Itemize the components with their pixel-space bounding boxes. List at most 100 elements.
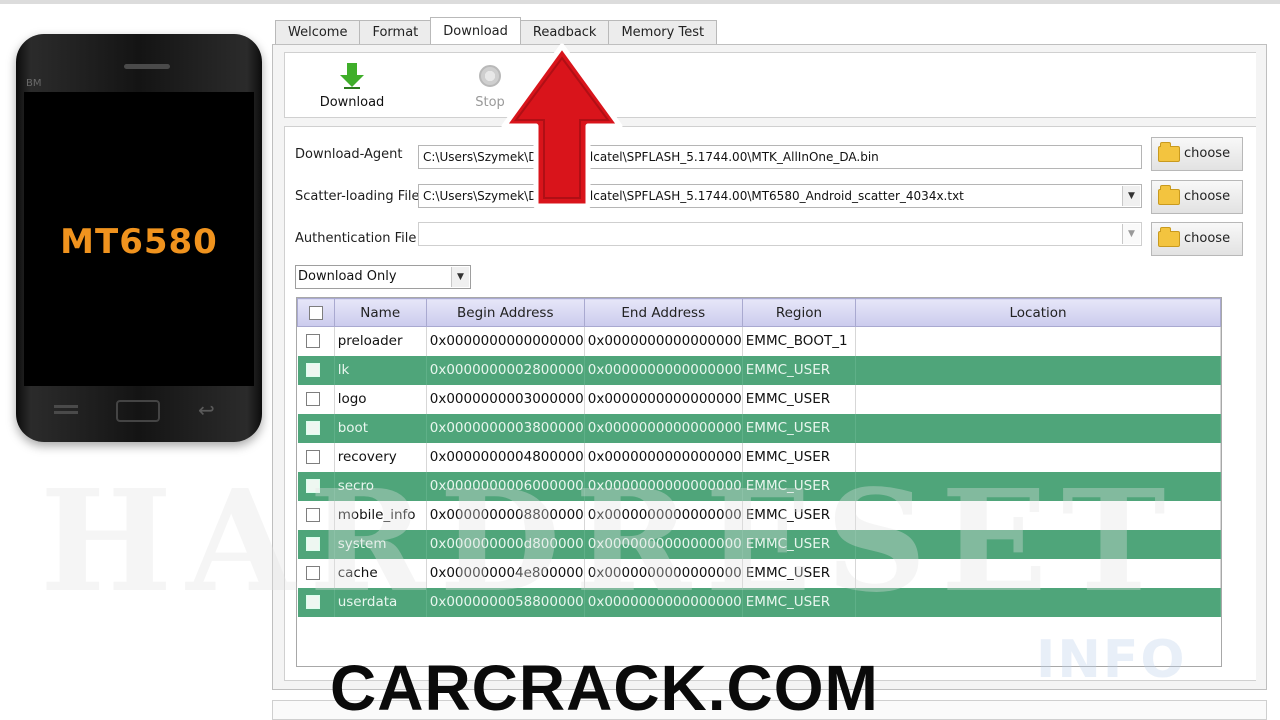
cell-location[interactable] bbox=[855, 413, 1221, 443]
main-tabs: Welcome Format Download Readback Memory … bbox=[275, 17, 718, 44]
table-row[interactable]: logo 0x0000000003000000 0x00000000000000… bbox=[297, 384, 1221, 414]
row-checkbox[interactable] bbox=[305, 392, 320, 406]
phone-speaker bbox=[124, 64, 170, 69]
tab-memory-test[interactable]: Memory Test bbox=[608, 20, 718, 44]
row-checkbox[interactable] bbox=[305, 479, 320, 493]
table-row[interactable]: mobile_info 0x0000000008800000 0x0000000… bbox=[297, 500, 1221, 530]
choose-agent-button[interactable]: choose bbox=[1151, 137, 1243, 171]
cell-region: EMMC_USER bbox=[742, 500, 857, 530]
cell-region: EMMC_USER bbox=[742, 529, 857, 559]
cell-end-address: 0x0000000000000000 bbox=[584, 471, 743, 501]
cell-name: secro bbox=[334, 471, 427, 501]
cell-name: mobile_info bbox=[334, 500, 427, 530]
choose-button-label: choose bbox=[1184, 189, 1231, 204]
row-checkbox[interactable] bbox=[305, 537, 320, 551]
table-row[interactable]: recovery 0x0000000004800000 0x0000000000… bbox=[297, 442, 1221, 472]
cell-end-address: 0x0000000000000000 bbox=[584, 587, 743, 617]
row-checkbox[interactable] bbox=[305, 334, 320, 349]
cell-name: lk bbox=[334, 355, 427, 385]
cell-location[interactable] bbox=[855, 587, 1221, 617]
cell-region: EMMC_USER bbox=[742, 558, 857, 588]
download-agent-label: Download-Agent bbox=[295, 147, 403, 162]
cell-region: EMMC_USER bbox=[742, 442, 857, 472]
table-row[interactable]: userdata 0x0000000058800000 0x0000000000… bbox=[297, 587, 1221, 617]
table-row[interactable]: cache 0x000000004e800000 0x0000000000000… bbox=[297, 558, 1221, 588]
cell-region: EMMC_USER bbox=[742, 587, 857, 617]
cell-begin-address: 0x0000000058800000 bbox=[426, 587, 585, 617]
cell-begin-address: 0x000000000d800000 bbox=[426, 529, 585, 559]
cell-name: cache bbox=[334, 558, 427, 588]
tab-readback[interactable]: Readback bbox=[519, 20, 610, 44]
phone-illustration: BM MT6580 ↩ bbox=[16, 34, 262, 442]
cell-region: EMMC_BOOT_1 bbox=[742, 326, 857, 356]
cell-region: EMMC_USER bbox=[742, 413, 857, 443]
phone-model-label: MT6580 bbox=[60, 222, 218, 262]
column-header-location: Location bbox=[855, 298, 1221, 327]
row-checkbox[interactable] bbox=[305, 508, 320, 522]
folder-icon bbox=[1158, 185, 1180, 205]
row-checkbox[interactable] bbox=[305, 566, 320, 580]
cell-end-address: 0x0000000000000000 bbox=[584, 326, 743, 356]
chevron-down-icon[interactable]: ▼ bbox=[1122, 186, 1140, 206]
cell-name: recovery bbox=[334, 442, 427, 472]
cell-region: EMMC_USER bbox=[742, 384, 857, 414]
row-checkbox[interactable] bbox=[305, 363, 320, 377]
site-caption: CARCRACK.COM bbox=[330, 652, 879, 720]
choose-button-label: choose bbox=[1184, 146, 1231, 161]
cell-begin-address: 0x0000000003800000 bbox=[426, 413, 585, 443]
select-all-checkbox[interactable] bbox=[297, 298, 335, 327]
chevron-down-icon[interactable]: ▼ bbox=[451, 267, 469, 287]
download-toolbar: Download Stop bbox=[284, 52, 1256, 118]
row-checkbox[interactable] bbox=[305, 595, 320, 609]
scatter-file-combo[interactable]: C:\Users\Szymek\Desktop\Alcatel\SPFLASH_… bbox=[418, 184, 1142, 208]
cell-location[interactable] bbox=[855, 442, 1221, 472]
cell-begin-address: 0x0000000000000000 bbox=[426, 326, 585, 356]
cell-name: boot bbox=[334, 413, 427, 443]
cell-name: preloader bbox=[334, 326, 427, 356]
folder-icon bbox=[1158, 227, 1180, 247]
table-row[interactable]: lk 0x0000000002800000 0x0000000000000000… bbox=[297, 355, 1221, 385]
cell-location[interactable] bbox=[855, 355, 1221, 385]
table-row[interactable]: boot 0x0000000003800000 0x00000000000000… bbox=[297, 413, 1221, 443]
menu-icon bbox=[54, 400, 78, 420]
table-row[interactable]: secro 0x0000000006000000 0x0000000000000… bbox=[297, 471, 1221, 501]
row-checkbox[interactable] bbox=[305, 450, 320, 464]
download-agent-field[interactable]: C:\Users\Szymek\Desktop\Alcatel\SPFLASH_… bbox=[418, 145, 1142, 169]
cell-region: EMMC_USER bbox=[742, 471, 857, 501]
table-row[interactable]: system 0x000000000d800000 0x000000000000… bbox=[297, 529, 1221, 559]
checkbox[interactable] bbox=[308, 305, 323, 320]
scatter-file-label: Scatter-loading File bbox=[295, 189, 420, 204]
cell-region: EMMC_USER bbox=[742, 355, 857, 385]
column-header-name: Name bbox=[333, 298, 427, 327]
cell-location[interactable] bbox=[855, 384, 1221, 414]
cell-end-address: 0x0000000000000000 bbox=[584, 529, 743, 559]
chevron-down-icon[interactable]: ▼ bbox=[1122, 224, 1140, 244]
column-header-end-address: End Address bbox=[583, 298, 743, 327]
cell-location[interactable] bbox=[855, 500, 1221, 530]
choose-scatter-button[interactable]: choose bbox=[1151, 180, 1243, 214]
authentication-file-combo[interactable]: ▼ bbox=[418, 222, 1142, 246]
cell-name: userdata bbox=[334, 587, 427, 617]
window-top-edge bbox=[0, 0, 1280, 4]
choose-button-label: choose bbox=[1184, 231, 1231, 246]
tab-format[interactable]: Format bbox=[359, 20, 432, 44]
cell-begin-address: 0x0000000004800000 bbox=[426, 442, 585, 472]
home-button-icon bbox=[116, 400, 160, 422]
cell-location[interactable] bbox=[855, 326, 1221, 356]
row-checkbox[interactable] bbox=[305, 421, 320, 435]
download-button-label: Download bbox=[319, 95, 385, 110]
cell-location[interactable] bbox=[855, 529, 1221, 559]
cell-begin-address: 0x0000000008800000 bbox=[426, 500, 585, 530]
download-mode-value: Download Only bbox=[298, 269, 397, 284]
cell-begin-address: 0x000000004e800000 bbox=[426, 558, 585, 588]
download-button[interactable]: Download bbox=[307, 63, 397, 110]
download-mode-select[interactable]: Download Only ▼ bbox=[295, 265, 471, 289]
tab-download[interactable]: Download bbox=[430, 17, 521, 44]
cell-location[interactable] bbox=[855, 558, 1221, 588]
tab-welcome[interactable]: Welcome bbox=[275, 20, 361, 44]
stop-button[interactable]: Stop bbox=[445, 63, 535, 110]
choose-auth-button[interactable]: choose bbox=[1151, 222, 1243, 256]
cell-end-address: 0x0000000000000000 bbox=[584, 442, 743, 472]
table-row[interactable]: preloader 0x0000000000000000 0x000000000… bbox=[297, 326, 1221, 356]
cell-location[interactable] bbox=[855, 471, 1221, 501]
